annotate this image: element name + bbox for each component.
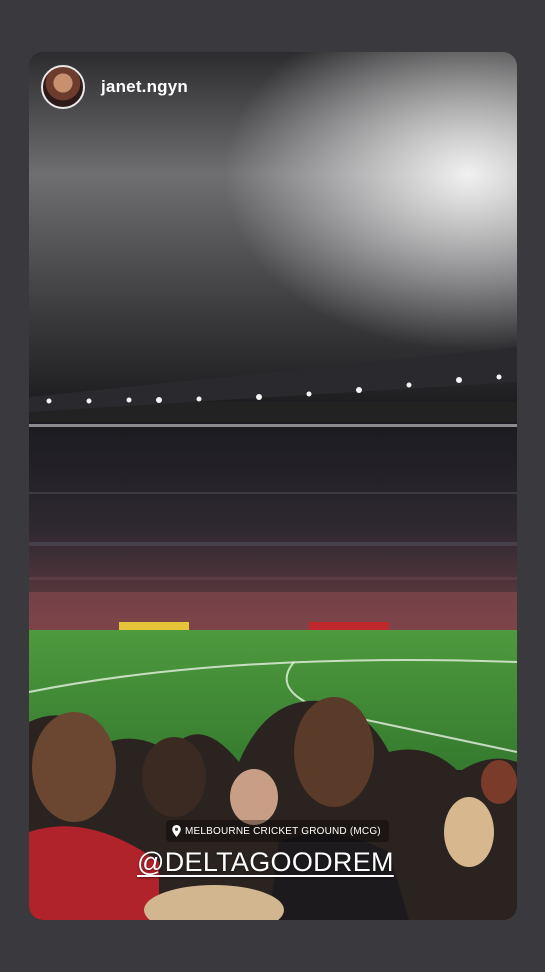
location-sticker[interactable]: MELBOURNE CRICKET GROUND (MCG)	[166, 820, 389, 842]
profile-avatar[interactable]	[41, 65, 85, 109]
mention-sticker[interactable]: @DELTAGOODREM	[137, 847, 394, 878]
location-pin-icon	[172, 825, 181, 837]
story-viewer[interactable]: janet.ngyn MELBOURNE CRICKET GROUND (MCG…	[29, 52, 517, 920]
username[interactable]: janet.ngyn	[101, 77, 188, 97]
location-label: MELBOURNE CRICKET GROUND (MCG)	[185, 825, 381, 837]
story-header: janet.ngyn	[41, 65, 188, 109]
stadium-photo	[29, 52, 517, 920]
